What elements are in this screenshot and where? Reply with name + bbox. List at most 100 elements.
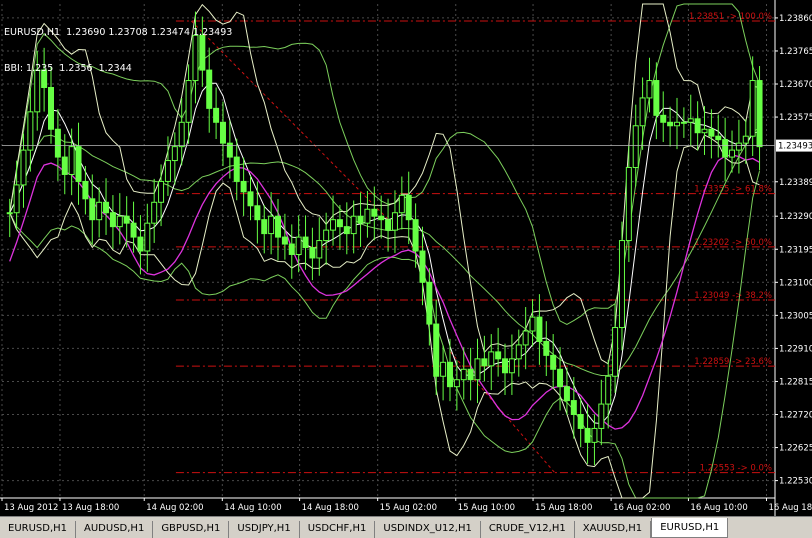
candle-body <box>82 180 89 200</box>
chart-tab[interactable]: USDJPY,H1 <box>229 521 300 538</box>
candle-body <box>591 427 598 443</box>
fib-level-label: 1.23851 -> 100.0% <box>689 12 772 22</box>
candle-body <box>330 219 337 231</box>
candle-body <box>254 205 261 221</box>
fast-band-lower-line <box>9 134 760 499</box>
fib-level-label: 1.23202 -> 50.0% <box>694 238 772 248</box>
candle-body <box>570 400 577 416</box>
candle-body <box>467 368 474 381</box>
candle-body <box>343 226 350 235</box>
candle-body <box>116 215 123 228</box>
candle-body <box>446 361 453 388</box>
candle-body <box>653 80 660 116</box>
candle-body <box>357 215 364 224</box>
chart-tab[interactable]: USDCHF,H1 <box>300 521 376 538</box>
candle-body <box>219 121 226 144</box>
candle-body <box>625 167 632 242</box>
candle-body <box>309 247 316 259</box>
y-tick-label: 1.23389 <box>779 178 812 188</box>
bbi-line <box>9 82 760 425</box>
candle-body <box>281 236 288 245</box>
candle-body <box>584 427 591 443</box>
candle-body <box>495 351 502 360</box>
candle-body <box>646 80 653 99</box>
candle-body <box>543 340 550 356</box>
candle-body <box>729 149 736 158</box>
candle-body <box>488 351 495 367</box>
candle-body <box>639 97 646 127</box>
candle-body <box>612 327 619 377</box>
candle-body <box>667 121 674 127</box>
candle-body <box>577 414 584 429</box>
candle-body <box>20 149 27 186</box>
candle-body <box>680 121 687 124</box>
chart-tab[interactable]: CRUDE_V12,H1 <box>481 521 575 538</box>
candle-body <box>385 219 392 231</box>
candle-body <box>632 125 639 169</box>
y-tick-label: 1.22530 <box>779 477 812 487</box>
candle-body <box>213 107 220 123</box>
candle-body <box>550 354 557 370</box>
candle-body <box>75 146 82 182</box>
candle-body <box>323 229 330 242</box>
chart-tab[interactable]: USDINDX_U12,H1 <box>375 521 481 538</box>
candle-body <box>178 121 185 148</box>
candle-body <box>130 222 137 238</box>
candle-body <box>261 219 268 235</box>
y-tick-label: 1.23670 <box>779 80 812 90</box>
candle-body <box>275 215 282 238</box>
candle-body <box>89 198 96 221</box>
candle-body <box>27 111 34 151</box>
chart-tab[interactable]: XAUUSD,H1 <box>575 521 652 538</box>
candle-body <box>502 358 509 374</box>
chart-tab[interactable]: GBPUSD,H1 <box>153 521 230 538</box>
candle-body <box>103 201 110 214</box>
candle-body <box>522 330 529 346</box>
x-tick-label: 16 Aug 02:00 <box>613 503 670 513</box>
candle-body <box>405 194 412 221</box>
candle-body <box>474 358 481 381</box>
x-tick-label: 16 Aug 10:00 <box>690 503 747 513</box>
candle-body <box>316 240 323 259</box>
candle-body <box>701 128 708 134</box>
candle-body <box>440 361 447 377</box>
candle-body <box>453 379 460 388</box>
candle-body <box>605 375 612 405</box>
chart-tab[interactable]: EURUSD,H1 <box>0 521 77 538</box>
candle-body <box>350 215 357 235</box>
y-tick-label: 1.23575 <box>779 113 812 123</box>
candle-body <box>398 194 405 214</box>
x-tick-label: 15 Aug 10:00 <box>458 503 515 513</box>
x-tick-label: 13 Aug 18:00 <box>62 503 119 513</box>
x-tick-label: 14 Aug 02:00 <box>146 503 203 513</box>
candle-body <box>694 118 701 134</box>
candle-body <box>233 156 240 182</box>
x-tick-label: 14 Aug 18:00 <box>302 503 359 513</box>
candle-body <box>61 156 68 175</box>
chart-header: EURUSD,H1 1.23690 1.23708 1.23474 1.2349… <box>4 3 232 99</box>
candle-body <box>96 201 103 221</box>
x-tick-label: 13 Aug 2012 <box>4 503 58 513</box>
candle-body <box>708 128 715 137</box>
candle-body <box>144 222 151 252</box>
candle-body <box>460 368 467 381</box>
x-tick-label: 14 Aug 10:00 <box>224 503 281 513</box>
candle-body <box>419 250 426 283</box>
candle-body <box>6 212 13 215</box>
y-tick-label: 1.23765 <box>779 47 812 57</box>
candle-body <box>722 139 729 158</box>
candle-body <box>618 240 625 329</box>
fib-level-label: 1.23049 -> 38.2% <box>694 291 772 301</box>
candle-body <box>336 219 343 228</box>
candle-body <box>598 403 605 429</box>
candle-body <box>508 358 515 374</box>
candle-body <box>673 121 680 127</box>
chart-tab[interactable]: AUDUSD,H1 <box>76 521 154 538</box>
chart-tab[interactable]: EURUSD,H1 <box>651 518 729 538</box>
candle-body <box>109 212 116 228</box>
y-tick-label: 1.22815 <box>779 377 812 387</box>
chart-area[interactable]: 1.23860 1.23765 1.23670 1.23575 1.23389 1.232… <box>0 0 812 516</box>
candle-body <box>412 219 419 252</box>
chart-tab-bar: EURUSD,H1 AUDUSD,H1 GBPUSD,H1 USDJPY,H1 USDC… <box>0 516 812 538</box>
candle-body <box>426 281 433 325</box>
